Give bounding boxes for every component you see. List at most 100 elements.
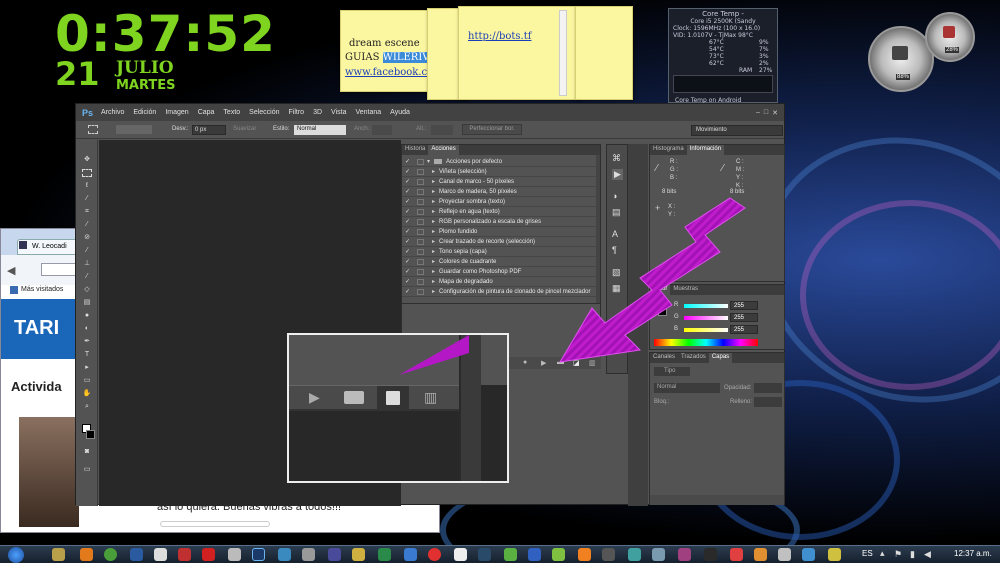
expand-icon[interactable]: ▾ (427, 158, 430, 165)
menu-texto[interactable]: Texto (223, 109, 240, 116)
hand-tool-icon[interactable]: ✋ (82, 390, 92, 398)
width-input[interactable] (372, 125, 392, 135)
app-icon[interactable] (754, 548, 767, 561)
clone-stamp-icon[interactable]: ⊥ (82, 260, 92, 268)
language-indicator[interactable]: ES (862, 549, 873, 558)
tab-acciones[interactable]: Acciones (428, 145, 459, 155)
steam-icon[interactable] (478, 548, 491, 561)
app-icon[interactable] (278, 548, 291, 561)
action-center-icon[interactable]: ⚑ (894, 549, 902, 560)
app-icon[interactable] (528, 548, 541, 561)
taskbar-clock[interactable]: 12:37 a.m. (954, 549, 992, 558)
app-icon[interactable] (602, 548, 615, 561)
shape-tool-icon[interactable]: ▭ (82, 377, 92, 385)
crop-tool-icon[interactable]: ⌗ (82, 208, 92, 216)
height-input[interactable] (431, 125, 453, 135)
menu-filtro[interactable]: Filtro (289, 109, 305, 116)
app-icon[interactable] (302, 548, 315, 561)
app-icon[interactable] (378, 548, 391, 561)
history-panel-icon[interactable]: ⌘ (612, 153, 621, 164)
bookmark-item[interactable]: Más visitados (21, 286, 63, 293)
coretemp-gadget[interactable]: Core Temp - Core i5 2500K (Sandy Clock: … (668, 8, 778, 104)
dodge-tool-icon[interactable]: ◐ (82, 325, 92, 333)
action-row[interactable]: ✓ ▸ Canal de marco - 50 píxeles (402, 177, 598, 187)
vlc-icon[interactable] (578, 548, 591, 561)
show-hidden-icons-icon[interactable]: ▴ (880, 548, 885, 559)
background-color-swatch[interactable] (86, 430, 95, 439)
refine-edge-button[interactable]: Perfeccionar bor. (462, 124, 522, 135)
volume-icon[interactable]: ◀ (924, 549, 931, 560)
selection-mode-icon[interactable] (116, 125, 152, 134)
menu-seleccion[interactable]: Selección (249, 109, 279, 116)
menu-ventana[interactable]: Ventana (355, 109, 381, 116)
quick-selection-icon[interactable]: ⁄ (82, 195, 92, 203)
fill-input[interactable] (754, 397, 782, 407)
app-icon[interactable] (428, 548, 441, 561)
healing-brush-icon[interactable]: ⊘ (82, 234, 92, 242)
app-icon[interactable] (552, 548, 565, 561)
marquee-tool-icon[interactable] (88, 125, 98, 134)
type-tool-icon[interactable]: T (82, 351, 92, 359)
check-icon[interactable]: ✓ (405, 158, 413, 165)
maximize-icon[interactable]: □ (764, 109, 768, 116)
ram-gauge-icon[interactable]: 28% (925, 12, 975, 62)
blur-tool-icon[interactable]: ● (82, 312, 92, 320)
gradient-tool-icon[interactable]: ▤ (82, 299, 92, 307)
close-icon[interactable]: ✕ (772, 109, 778, 117)
app-icon[interactable] (678, 548, 691, 561)
expand-icon[interactable]: ▸ (432, 168, 435, 175)
workspace-select[interactable]: Movimiento (691, 125, 783, 136)
app-icon[interactable] (704, 548, 717, 561)
app-icon[interactable] (504, 548, 517, 561)
app-icon[interactable] (454, 548, 467, 561)
path-selection-icon[interactable]: ▸ (82, 364, 92, 372)
app-icon[interactable] (404, 548, 417, 561)
app-icon[interactable] (730, 548, 743, 561)
menu-ayuda[interactable]: Ayuda (390, 109, 410, 116)
app-icon[interactable] (130, 548, 143, 561)
brush-tool-icon[interactable]: ⁄ (82, 247, 92, 255)
firefox-icon[interactable] (80, 548, 93, 561)
menu-vista[interactable]: Vista (331, 109, 346, 116)
minimize-icon[interactable]: – (756, 109, 760, 116)
eraser-tool-icon[interactable]: ◇ (82, 286, 92, 294)
screen-mode-icon[interactable]: ▭ (82, 466, 92, 474)
start-button-icon[interactable] (8, 547, 24, 563)
chrome-icon[interactable] (104, 548, 117, 561)
app-icon[interactable] (352, 548, 365, 561)
app-icon[interactable] (802, 548, 815, 561)
marquee-tool-icon[interactable] (82, 169, 92, 177)
app-icon[interactable] (652, 548, 665, 561)
sticky-note-back[interactable] (575, 6, 633, 100)
eyedropper-icon[interactable]: ⁄ (82, 221, 92, 229)
action-set-row[interactable]: ✓ ▾ Acciones por defecto (402, 157, 598, 167)
action-row[interactable]: ✓ ▸ Viñeta (selección) (402, 167, 598, 177)
back-icon[interactable]: ◀ (7, 264, 15, 277)
photoshop-taskbar-icon[interactable] (252, 548, 265, 561)
note-link[interactable]: http://bots.tf (468, 31, 531, 42)
tab-histograma[interactable]: Histograma (650, 145, 687, 155)
app-icon[interactable] (628, 548, 641, 561)
menu-3d[interactable]: 3D (313, 109, 322, 116)
app-icon[interactable] (154, 548, 167, 561)
app-icon[interactable] (202, 548, 215, 561)
sticky-note[interactable]: http://bots.tf (458, 6, 580, 100)
app-icon[interactable] (778, 548, 791, 561)
expand-icon[interactable]: ▸ (432, 178, 435, 185)
pen-tool-icon[interactable]: ✒ (82, 338, 92, 346)
tab-historia[interactable]: Historia (402, 145, 428, 155)
menu-edicion[interactable]: Edición (133, 109, 156, 116)
menu-imagen[interactable]: Imagen (165, 109, 188, 116)
menu-capa[interactable]: Capa (198, 109, 215, 116)
move-tool-icon[interactable]: ✥ (82, 156, 92, 164)
app-icon[interactable] (228, 548, 241, 561)
tab-informacion[interactable]: Información (686, 145, 725, 155)
feather-input[interactable]: 0 px (192, 125, 226, 135)
quick-mask-icon[interactable]: ◙ (82, 448, 92, 456)
style-select[interactable]: Normal (294, 125, 346, 135)
menu-archivo[interactable]: Archivo (101, 109, 124, 116)
app-icon[interactable] (328, 548, 341, 561)
app-icon[interactable] (828, 548, 841, 561)
network-icon[interactable]: ▮ (910, 549, 915, 560)
zoom-tool-icon[interactable]: ⌕ (82, 403, 92, 411)
